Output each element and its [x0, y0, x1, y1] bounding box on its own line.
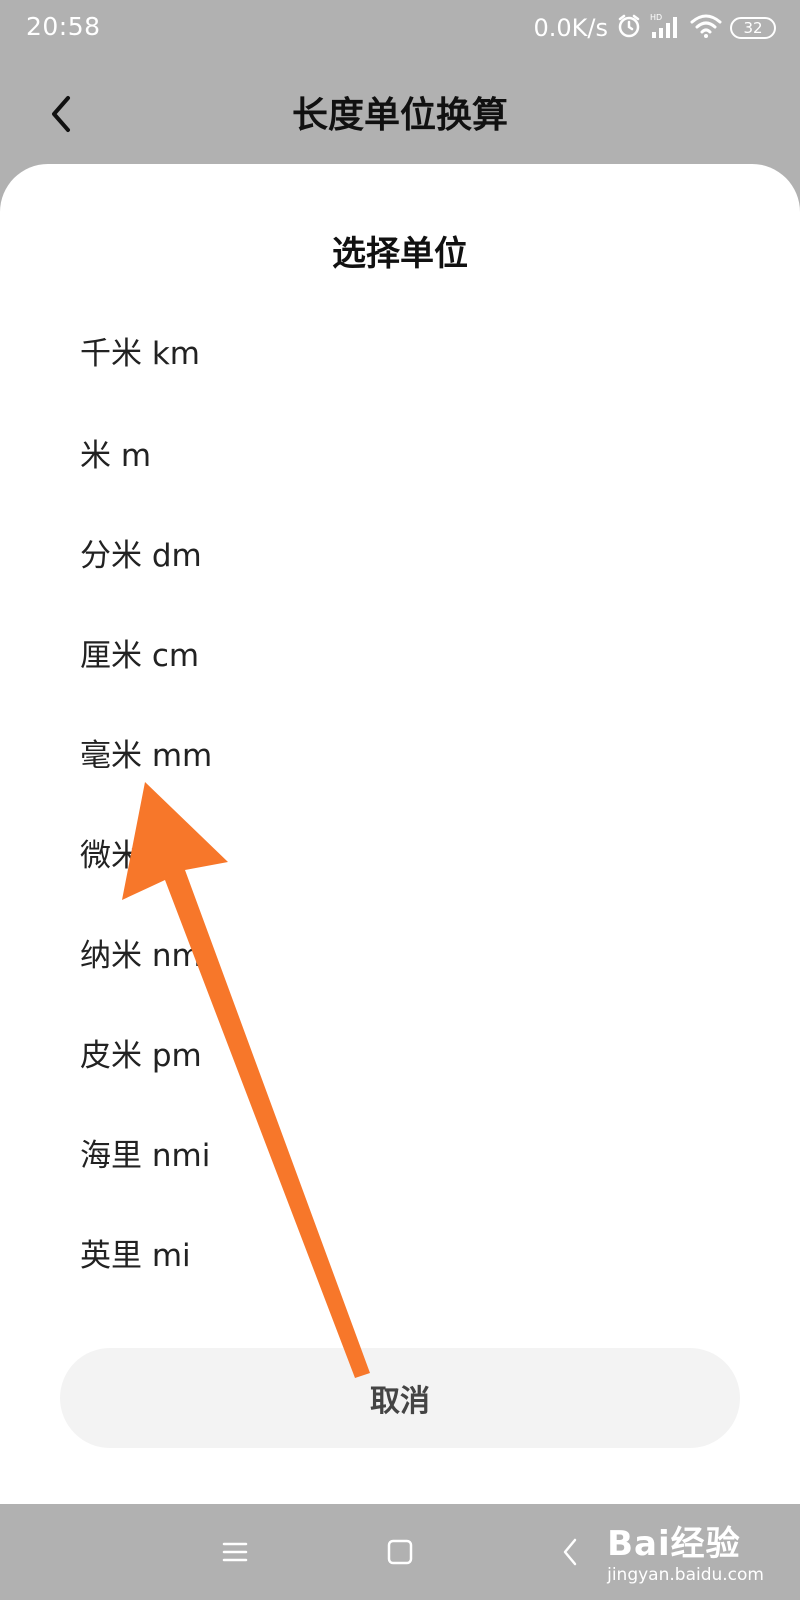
alarm-icon: [616, 13, 642, 43]
unit-option-pm[interactable]: 皮米 pm: [80, 1026, 720, 1086]
screen: 20:58 0.0K/s HD 32 长度单位换算 选择单位 千米 km 米 m…: [0, 0, 800, 1600]
unit-option-mm[interactable]: 毫米 mm: [80, 726, 720, 786]
baidu-jingyan-watermark: Bai经验 jingyan.baidu.com: [607, 1516, 764, 1585]
unit-option-um[interactable]: 微米 μm: [80, 826, 720, 886]
unit-option-nmi[interactable]: 海里 nmi: [80, 1126, 720, 1186]
unit-option-cm[interactable]: 厘米 cm: [80, 626, 720, 686]
watermark-logo: Bai经验: [607, 1524, 741, 1564]
home-square-icon[interactable]: [385, 1532, 415, 1576]
sheet-title: 选择单位: [332, 234, 468, 274]
unit-option-m[interactable]: 米 m: [80, 426, 720, 486]
watermark-url: jingyan.baidu.com: [607, 1565, 764, 1585]
unit-picker-sheet: 选择单位 千米 km 米 m 分米 dm 厘米 cm 毫米 mm 微米 μm 纳…: [0, 164, 800, 1504]
cancel-button[interactable]: 取消: [60, 1348, 740, 1448]
back-chevron-icon[interactable]: [555, 1532, 585, 1576]
network-speed: 0.0K/s: [533, 14, 609, 42]
status-bar: 20:58 0.0K/s HD 32: [0, 0, 800, 56]
cancel-label: 取消: [370, 1384, 430, 1419]
unit-option-dm[interactable]: 分米 dm: [80, 526, 720, 586]
menu-icon[interactable]: [220, 1532, 250, 1576]
wifi-icon: [690, 13, 722, 43]
svg-text:HD: HD: [650, 13, 662, 22]
battery-level: 32: [743, 19, 763, 37]
unit-option-mi[interactable]: 英里 mi: [80, 1226, 720, 1286]
unit-list[interactable]: 千米 km 米 m 分米 dm 厘米 cm 毫米 mm 微米 μm 纳米 nm …: [0, 304, 800, 1452]
status-icons: 0.0K/s HD 32: [533, 12, 776, 44]
status-time: 20:58: [26, 12, 101, 41]
hd-signal-icon: HD: [650, 12, 682, 44]
unit-option-km[interactable]: 千米 km: [80, 324, 720, 384]
battery-icon: 32: [730, 17, 776, 39]
unit-option-nm[interactable]: 纳米 nm: [80, 926, 720, 986]
page-title: 长度单位换算: [291, 95, 508, 136]
